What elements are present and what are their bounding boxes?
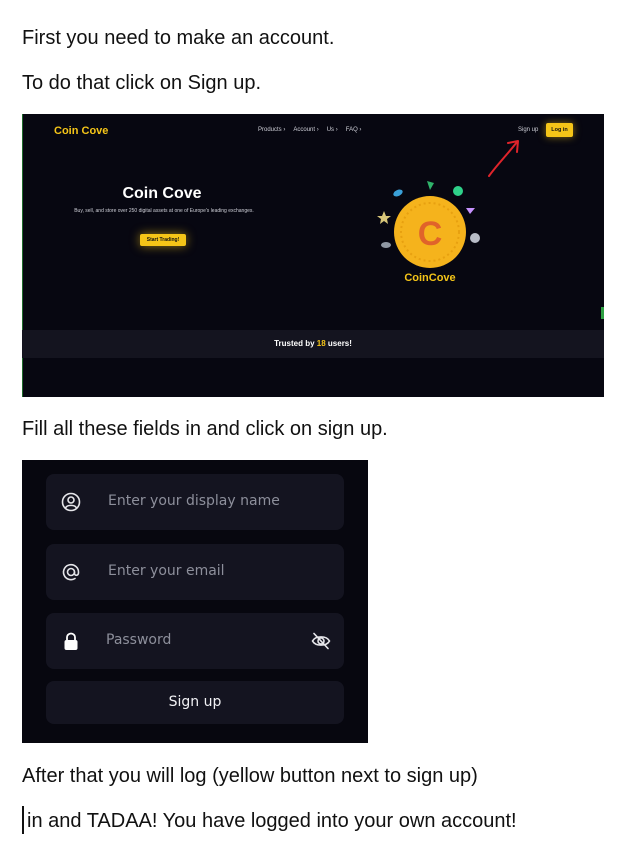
purple-gem-icon	[466, 208, 475, 214]
hero-title: Coin Cove	[122, 185, 202, 202]
lock-icon	[64, 632, 78, 650]
password-field: Password	[46, 613, 344, 669]
instruction-login: After that you will log (yellow button n…	[22, 765, 478, 787]
trusted-prefix: Trusted by	[274, 339, 315, 348]
landing-page-screenshot: Coin Cove Products Account Us FAQ Sign u…	[22, 114, 604, 397]
top-nav: Products Account Us FAQ	[258, 127, 361, 133]
signup-button: Sign up	[46, 681, 344, 724]
signup-form-screenshot: Enter your display name Enter your email…	[22, 460, 368, 743]
instruction-click-signup: To do that click on Sign up.	[22, 72, 262, 94]
trusted-suffix: users!	[327, 339, 352, 348]
hero-subtitle: Buy, sell, and store over 250 digital as…	[74, 208, 254, 214]
display-name-field: Enter your display name	[46, 474, 344, 530]
coin-letter: C	[418, 215, 443, 253]
grey-gem-icon	[381, 242, 391, 248]
mint-gem-icon	[453, 186, 463, 196]
nav-account: Account	[293, 127, 318, 133]
blue-gem-icon	[393, 189, 403, 197]
password-placeholder: Password	[106, 632, 172, 648]
site-logo: Coin Cove	[54, 125, 109, 137]
text-cursor	[22, 806, 24, 834]
user-circle-icon	[61, 492, 81, 512]
email-field: Enter your email	[46, 544, 344, 600]
at-sign-icon	[62, 563, 80, 581]
instruction-make-account: First you need to make an account.	[22, 27, 335, 49]
start-trading-button: Start Trading!	[140, 234, 186, 246]
nav-us: Us	[327, 127, 338, 133]
trusted-text: Trusted by 18 users!	[22, 339, 604, 348]
signup-link: Sign up	[518, 127, 539, 133]
coin-label: CoinCove	[404, 272, 455, 284]
display-name-placeholder: Enter your display name	[108, 493, 280, 509]
instruction-done: in and TADAA! You have logged into your …	[27, 810, 517, 832]
green-gem-icon	[427, 181, 434, 190]
login-button: Log in	[546, 123, 573, 137]
instruction-fill-fields: Fill all these fields in and click on si…	[22, 418, 388, 440]
coin-illustration-icon: C CoinCove	[377, 181, 480, 284]
trusted-count: 18	[316, 339, 326, 348]
red-arrow-icon	[488, 140, 519, 177]
edge-marker	[601, 307, 604, 319]
eye-off-icon	[311, 632, 331, 650]
nav-products: Products	[258, 127, 285, 133]
nav-faq: FAQ	[346, 127, 362, 133]
star-gem-icon	[377, 211, 391, 224]
silver-gem-icon	[470, 233, 480, 243]
email-placeholder: Enter your email	[108, 563, 225, 579]
